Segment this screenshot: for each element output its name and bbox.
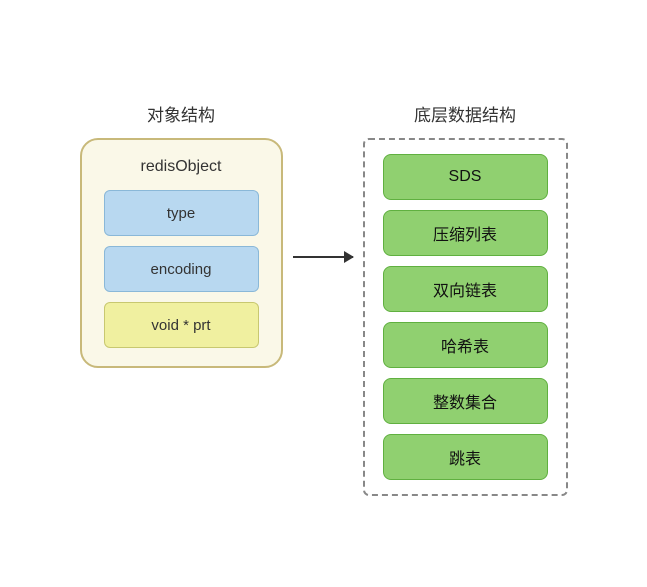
field-type: type xyxy=(104,190,259,236)
redis-object-box: redisObject type encoding void * prt xyxy=(80,138,283,368)
field-encoding: encoding xyxy=(104,246,259,292)
right-title: 底层数据结构 xyxy=(414,101,516,126)
left-section: 对象结构 redisObject type encoding void * pr… xyxy=(80,101,283,368)
ds-intset: 整数集合 xyxy=(383,378,548,424)
arrow-line xyxy=(293,256,353,258)
field-ptr: void * prt xyxy=(104,302,259,348)
diagram-container: 对象结构 redisObject type encoding void * pr… xyxy=(14,91,634,496)
arrow-container xyxy=(283,256,363,258)
ds-ziplist: 压缩列表 xyxy=(383,210,548,256)
right-section: 底层数据结构 SDS 压缩列表 双向链表 哈希表 整数集合 跳表 xyxy=(363,101,568,496)
ds-hashtable: 哈希表 xyxy=(383,322,548,368)
ds-sds: SDS xyxy=(383,154,548,200)
ds-skiplist: 跳表 xyxy=(383,434,548,480)
dashed-box: SDS 压缩列表 双向链表 哈希表 整数集合 跳表 xyxy=(363,138,568,496)
ds-linkedlist: 双向链表 xyxy=(383,266,548,312)
left-title: 对象结构 xyxy=(147,101,215,126)
redis-object-label: redisObject xyxy=(141,158,222,176)
